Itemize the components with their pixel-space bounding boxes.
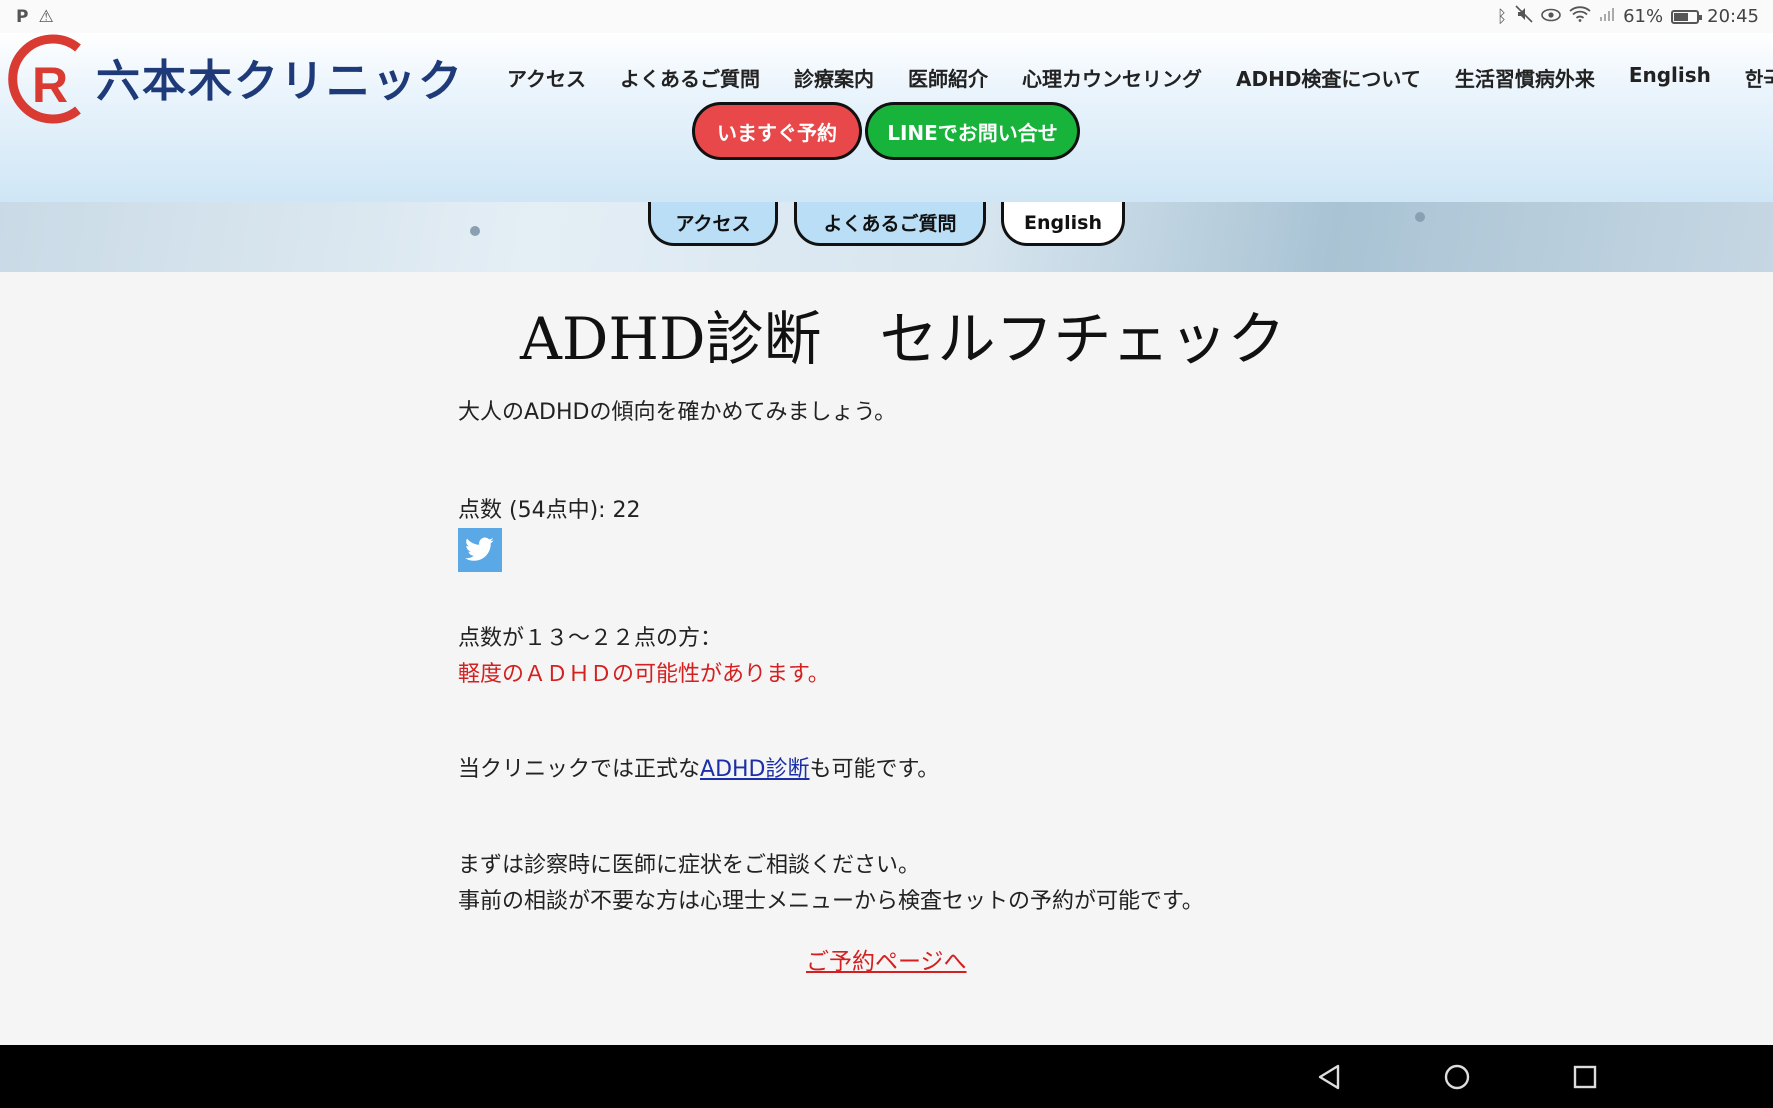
score-text: 点数 (54点中): 22 <box>458 498 641 523</box>
reservation-page-link[interactable]: ご予約ページへ <box>806 942 967 976</box>
clinic-logo-icon[interactable]: R <box>4 34 90 124</box>
line-contact-button[interactable]: LINEでお問い合せ <box>865 102 1080 160</box>
nav-english[interactable]: English <box>1612 63 1728 92</box>
p-icon: P <box>16 6 29 27</box>
clock: 20:45 <box>1707 6 1759 27</box>
pill-faq-button[interactable]: よくあるご質問 <box>794 202 986 246</box>
back-icon[interactable] <box>1316 1063 1342 1091</box>
battery-percent: 61% <box>1623 6 1664 27</box>
nav-faq[interactable]: よくあるご質問 <box>603 63 777 92</box>
mute-icon <box>1515 5 1533 28</box>
nav-doctors[interactable]: 医師紹介 <box>891 63 1005 92</box>
consult-text-2: 事前の相談が不要な方は心理士メニューから検査セットの予約が可能です。 <box>458 889 1204 914</box>
intro-text: 大人のADHDの傾向を確かめてみましょう。 <box>458 400 897 425</box>
system-nav-bar <box>0 1045 1773 1108</box>
signal-icon <box>1599 6 1615 27</box>
nav-korean[interactable]: 한국어 <box>1728 63 1773 92</box>
clinic-logo-text[interactable]: 六本木クリニック <box>96 45 464 109</box>
svg-text:R: R <box>32 57 68 113</box>
nav-counseling[interactable]: 心理カウンセリング <box>1005 63 1219 92</box>
battery-icon <box>1671 9 1703 24</box>
nav-lifestyle[interactable]: 生活習慣病外来 <box>1438 63 1612 92</box>
banner-dot <box>470 226 480 236</box>
banner-dot <box>1415 212 1425 222</box>
recents-icon[interactable] <box>1572 1063 1598 1091</box>
nav-adhd-test[interactable]: ADHD検査について <box>1219 63 1438 92</box>
nav-services[interactable]: 診療案内 <box>777 63 891 92</box>
page-title: ADHD診断 セルフチェック <box>520 305 1286 373</box>
result-text: 軽度のＡＤＨＤの可能性があります。 <box>458 662 830 687</box>
nav-access[interactable]: アクセス <box>490 63 603 92</box>
clinic-diagnosis-text: 当クリニックでは正式なADHD診断も可能です。 <box>458 751 939 783</box>
clinic-text-prefix: 当クリニックでは正式な <box>458 757 701 782</box>
clinic-text-suffix: も可能です。 <box>809 757 940 782</box>
status-bar: P ⚠ ᛒ 61% 20:45 <box>0 0 1773 33</box>
pill-access-button[interactable]: アクセス <box>648 202 778 246</box>
adhd-diagnosis-link[interactable]: ADHD診断 <box>700 757 809 782</box>
warning-icon: ⚠ <box>38 6 54 27</box>
eye-comfort-icon <box>1541 7 1561 27</box>
pill-english-button[interactable]: English <box>1001 202 1125 246</box>
reserve-now-button[interactable]: いますぐ予約 <box>692 102 862 160</box>
hero-banner: アクセス よくあるご質問 English <box>0 202 1773 272</box>
consult-text-1: まずは診察時に医師に症状をご相談ください。 <box>458 853 921 878</box>
home-icon[interactable] <box>1443 1063 1471 1091</box>
wifi-icon <box>1569 6 1591 27</box>
bluetooth-icon: ᛒ <box>1496 6 1508 27</box>
main-nav: アクセス よくあるご質問 診療案内 医師紹介 心理カウンセリング ADHD検査に… <box>490 63 1773 92</box>
score-range-text: 点数が１３～２２点の方： <box>458 626 723 651</box>
twitter-share-icon[interactable] <box>458 528 502 572</box>
